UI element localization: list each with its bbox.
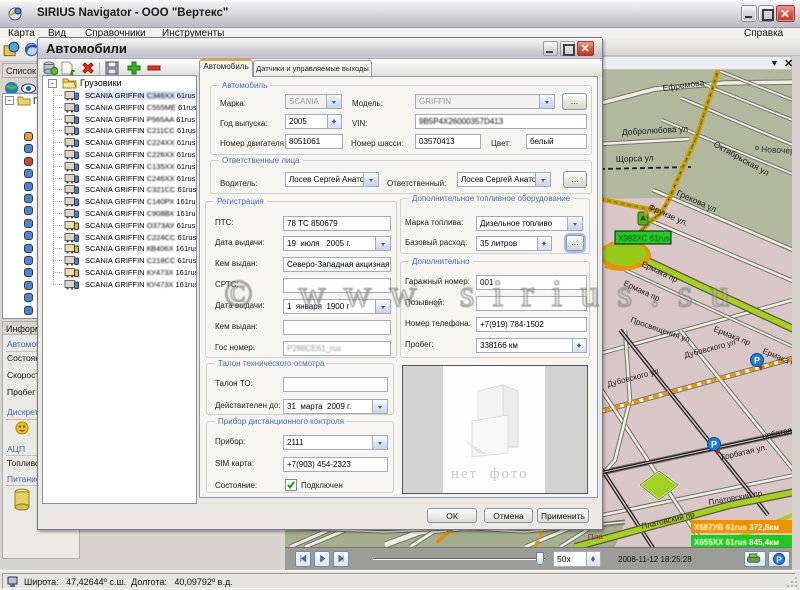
svg-text:P: P: [754, 356, 760, 366]
svg-text:Х982ХС 61rus: Х982ХС 61rus: [618, 234, 670, 243]
svg-text:Х687УВ 61rus 372,8км: Х687УВ 61rus 372,8км: [694, 523, 779, 532]
svg-text:Новочерк: Новочерк: [761, 144, 792, 156]
svg-text:Щорса ул: Щорса ул: [616, 153, 654, 164]
svg-text:P: P: [711, 440, 717, 450]
svg-text:Х655ХХ 61rus 845,4км: Х655ХХ 61rus 845,4км: [694, 538, 779, 547]
svg-text:Пла: Пла: [588, 532, 604, 542]
svg-text:P: P: [776, 554, 782, 564]
